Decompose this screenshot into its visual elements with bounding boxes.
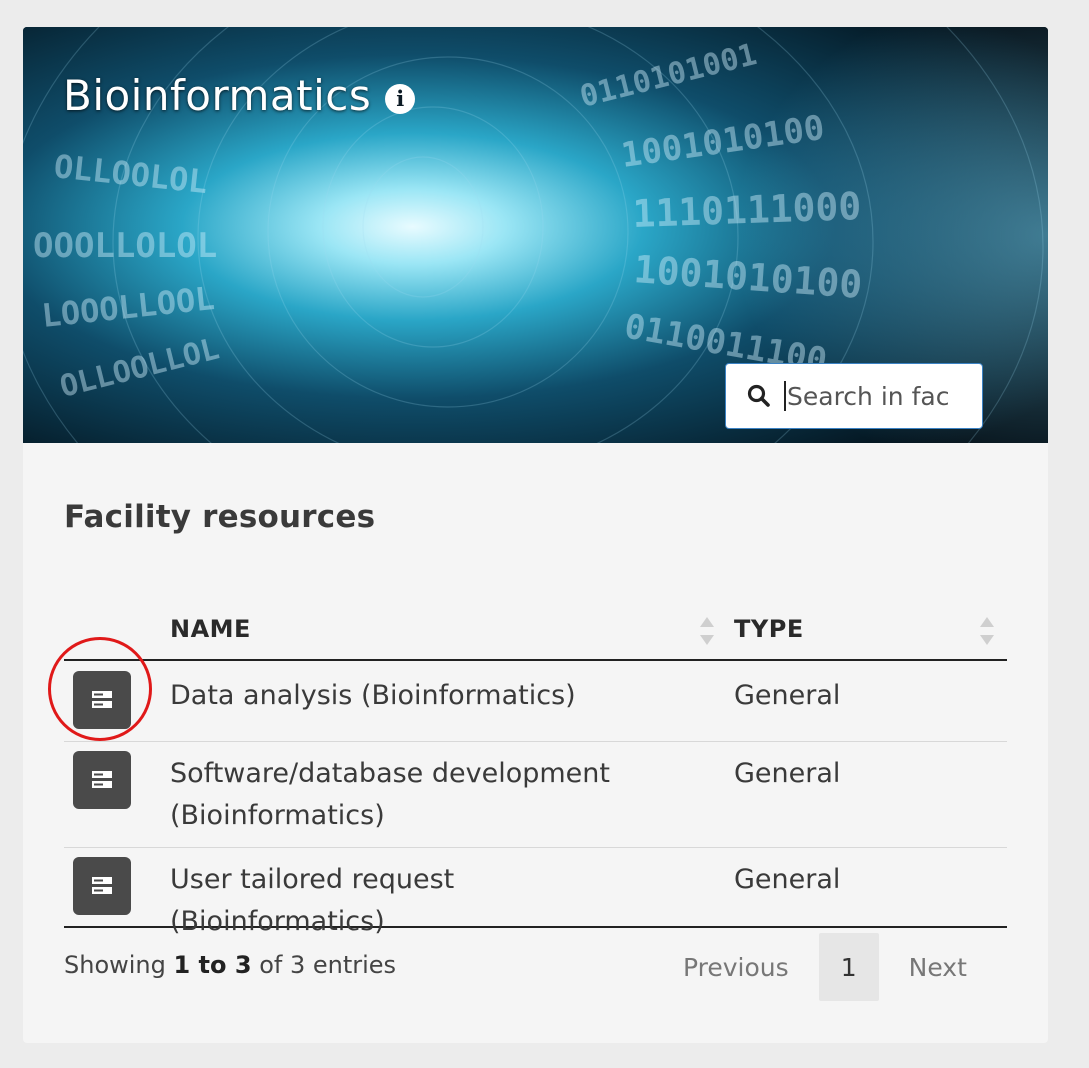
svg-text:1110111000: 1110111000 bbox=[632, 184, 862, 236]
search-icon bbox=[747, 384, 770, 407]
banner: 0110101001 1001010100 1110111000 1001010… bbox=[23, 27, 1048, 443]
resources-table: NAME TYPE Data analysis (Bioinformatics)… bbox=[64, 609, 1007, 937]
section-title: Facility resources bbox=[64, 499, 376, 535]
svg-text:OOOLLOLOL: OOOLLOLOL bbox=[33, 226, 217, 266]
column-header-name[interactable]: NAME bbox=[170, 615, 251, 643]
resource-name[interactable]: User tailored request (Bioinformatics) bbox=[170, 859, 670, 943]
page-1-button[interactable]: 1 bbox=[818, 933, 879, 1001]
resource-name[interactable]: Software/database development (Bioinform… bbox=[170, 753, 670, 837]
next-page-button[interactable]: Next bbox=[909, 953, 967, 982]
showing-prefix: Showing bbox=[64, 951, 174, 979]
server-icon bbox=[92, 771, 112, 788]
previous-page-button[interactable]: Previous bbox=[683, 953, 789, 982]
server-icon bbox=[92, 877, 112, 894]
resource-type: General bbox=[734, 680, 841, 711]
facility-title: Bioinformatics bbox=[63, 71, 372, 120]
sort-icon[interactable] bbox=[698, 615, 716, 647]
resource-name[interactable]: Data analysis (Bioinformatics) bbox=[170, 675, 670, 717]
table-header: NAME TYPE bbox=[64, 609, 1007, 661]
column-header-type[interactable]: TYPE bbox=[734, 615, 804, 643]
search-input[interactable] bbox=[787, 381, 957, 411]
resource-icon-button[interactable] bbox=[73, 751, 131, 809]
info-icon[interactable]: i bbox=[385, 83, 416, 114]
search-box[interactable] bbox=[725, 363, 983, 429]
facility-card: 0110101001 1001010100 1110111000 1001010… bbox=[23, 27, 1048, 1043]
table-row[interactable]: Data analysis (Bioinformatics) General bbox=[64, 661, 1007, 742]
showing-suffix: of 3 entries bbox=[251, 951, 397, 979]
banner-title: Bioinformatics i bbox=[63, 71, 416, 120]
resource-icon-button[interactable] bbox=[73, 857, 131, 915]
text-caret bbox=[784, 381, 786, 411]
server-icon bbox=[92, 691, 112, 708]
resource-icon-button[interactable] bbox=[73, 671, 131, 729]
showing-range: 1 to 3 bbox=[173, 951, 252, 979]
table-row[interactable]: Software/database development (Bioinform… bbox=[64, 742, 1007, 848]
table-info: Showing 1 to 3 of 3 entries bbox=[64, 951, 396, 979]
sort-icon[interactable] bbox=[978, 615, 996, 647]
table-row[interactable]: User tailored request (Bioinformatics) G… bbox=[64, 848, 1007, 937]
resource-type: General bbox=[734, 864, 841, 895]
pagination: Previous 1 Next bbox=[683, 933, 967, 1001]
resource-type: General bbox=[734, 758, 841, 789]
